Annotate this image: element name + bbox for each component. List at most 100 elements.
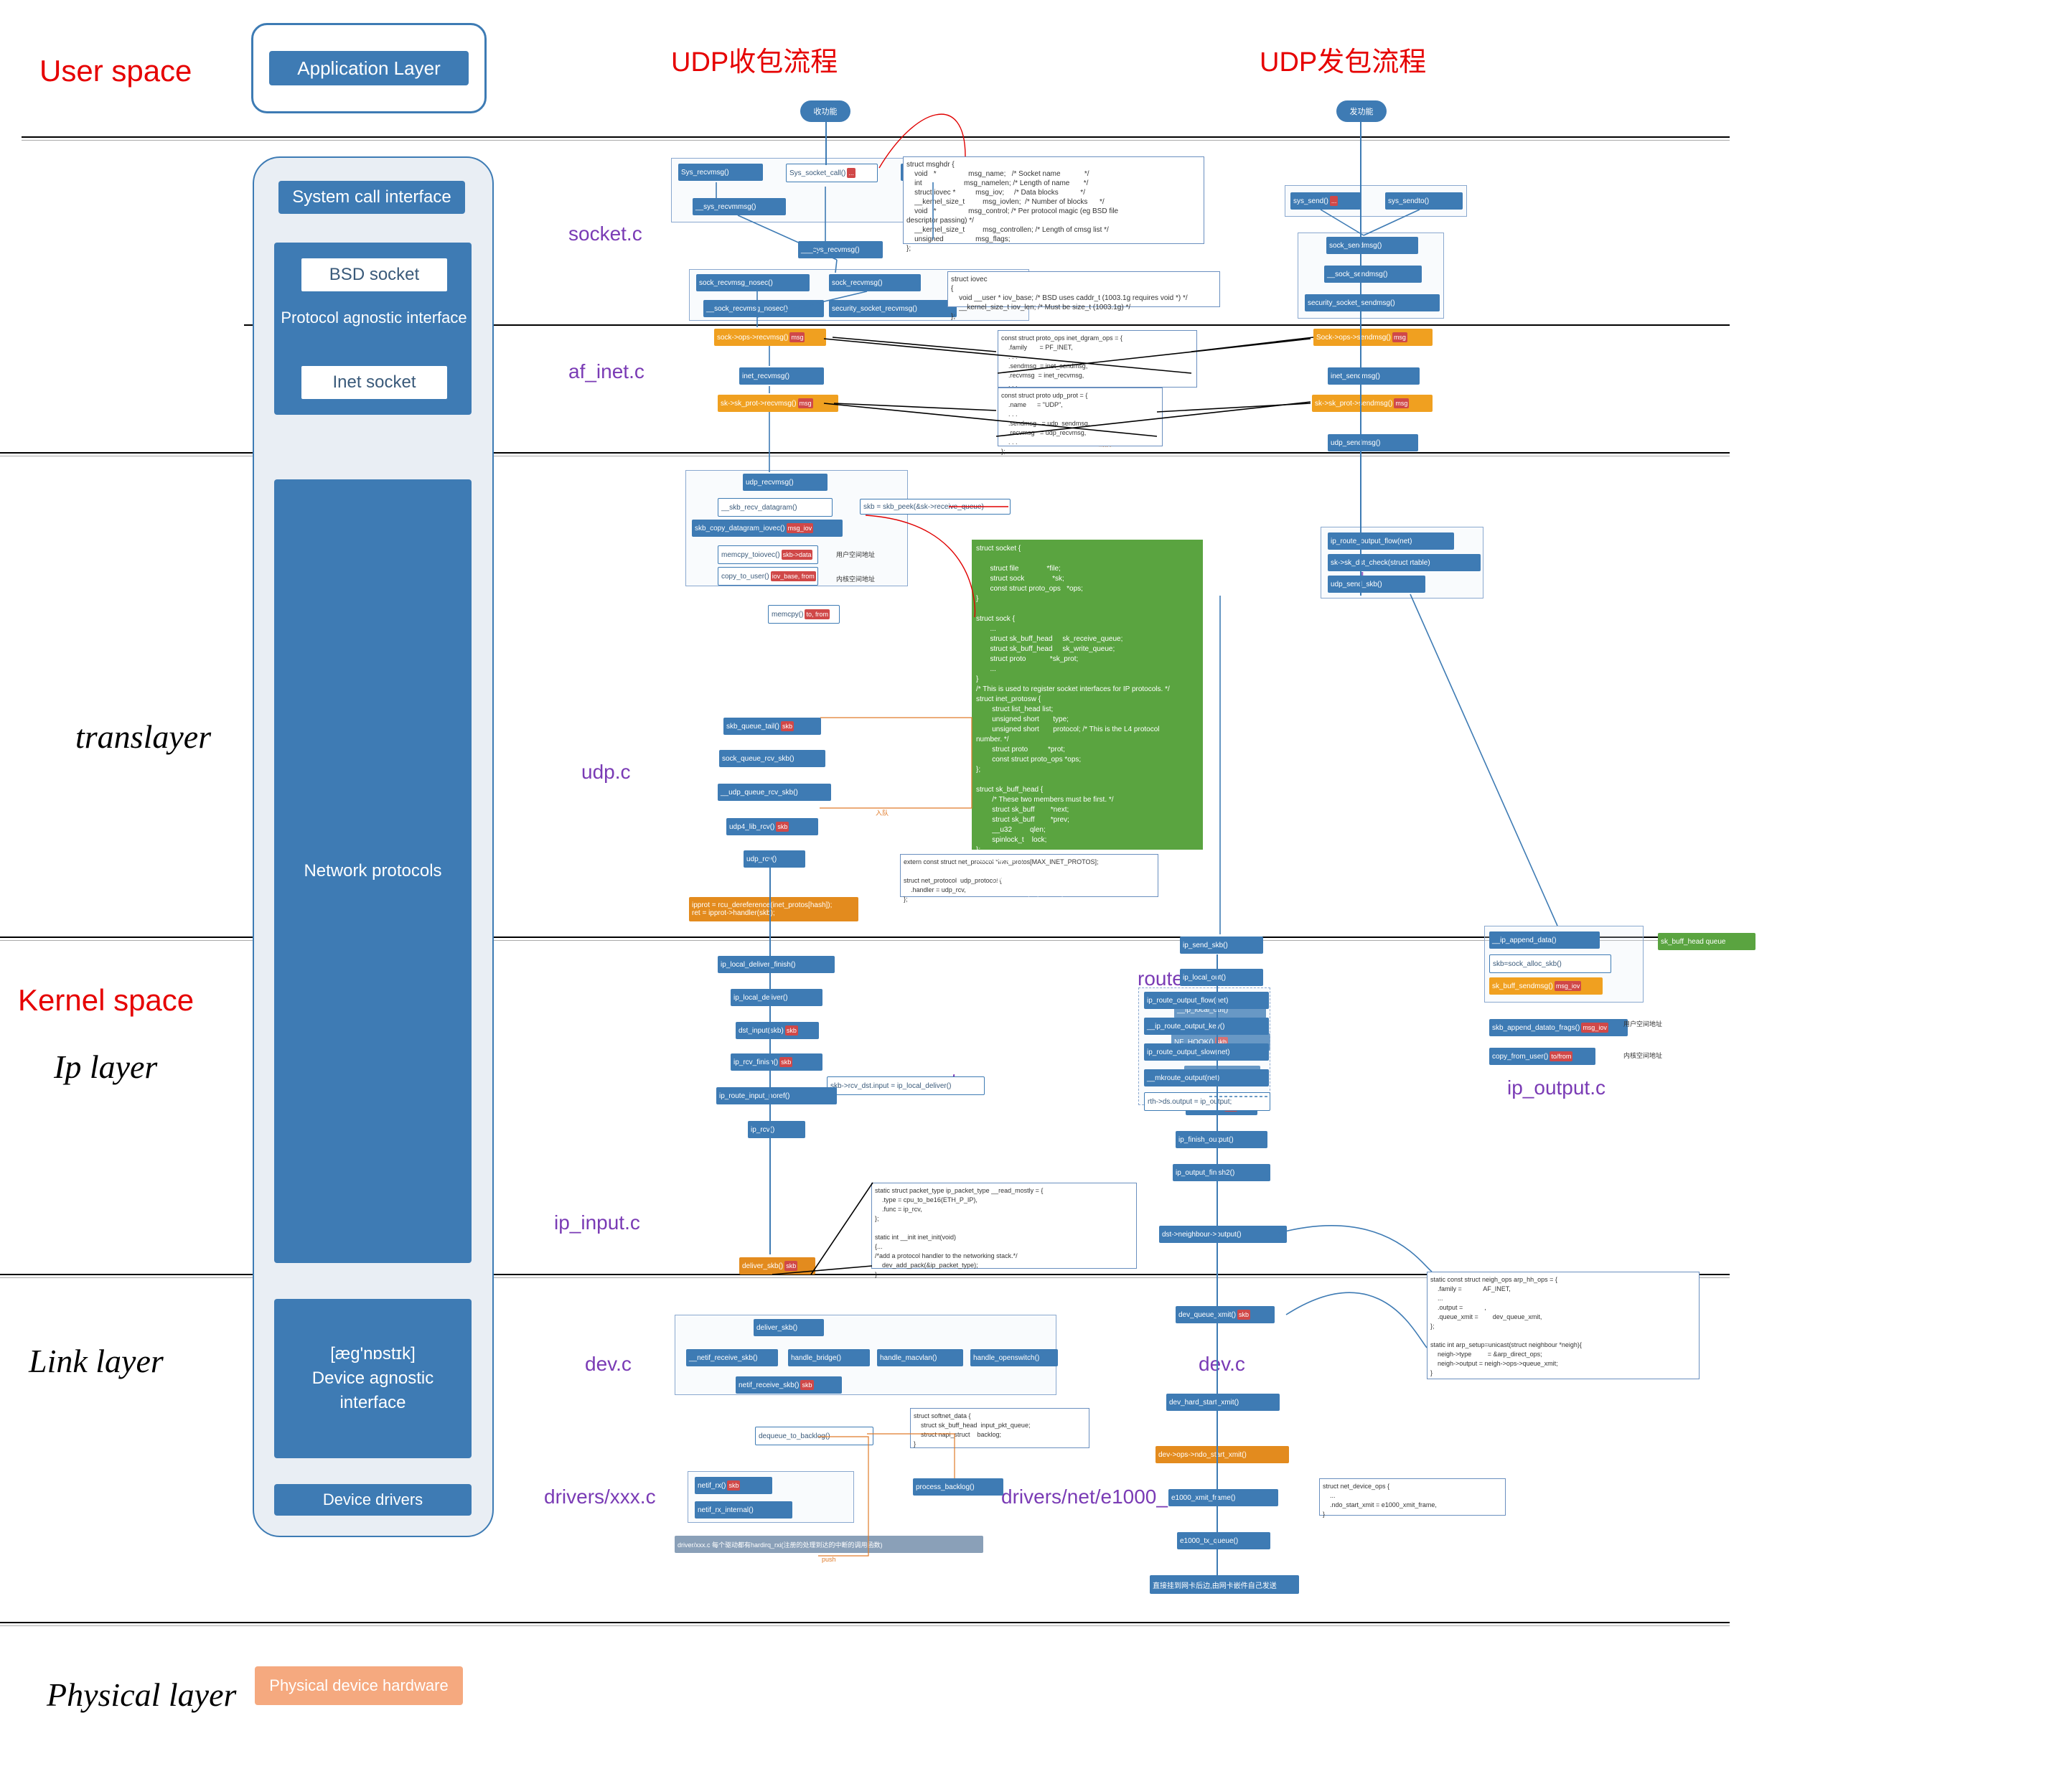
sock-recvmsg: sock_recvmsg() xyxy=(829,274,921,291)
e1000-tx-queue: e1000_tx_queue() xyxy=(1177,1532,1270,1549)
kernel-space-label: Kernel space xyxy=(18,983,194,1018)
dev-hard-start-xmit: dev_hard_start_xmit() xyxy=(1166,1394,1280,1411)
dst-input: dst_input(skb)skb xyxy=(736,1022,819,1039)
device-agnostic-l3: interface xyxy=(339,1391,406,1415)
user-addr-note2: 用户空间地址 xyxy=(1623,1019,1662,1028)
memcpy-toiovec: memcpy_toiovec()skb->data xyxy=(718,545,818,564)
kernel-addr-note: 内核空间地址 xyxy=(836,574,875,583)
device-agnostic-l2: Device agnostic xyxy=(312,1366,433,1391)
ip-output-finish2: ip_output_finish2() xyxy=(1173,1164,1270,1181)
memcpy: memcpy()to, from xyxy=(768,605,840,624)
skb-recv-datagram: __skb_recv_datagram() xyxy=(718,498,833,517)
ip-append-data: __ip_append_data() xyxy=(1489,931,1600,949)
socket-struct-codebox: struct socket { struct file *file; struc… xyxy=(972,540,1203,850)
ip-route-input-noref: ip_route_input_noref() xyxy=(716,1087,837,1104)
inet-recvmsg: inet_recvmsg() xyxy=(739,367,824,385)
dev-c-2: dev.c xyxy=(1199,1353,1245,1376)
diagram-canvas: User space translayer Kernel space Ip la… xyxy=(0,0,2072,1779)
neigh-ops-codebox: static const struct neigh_ops arp_hh_ops… xyxy=(1427,1272,1700,1379)
deliver-skb: deliver_skb()skb xyxy=(739,1257,815,1275)
skb-peek: skb = skb_peek(&sk->receive_queue) xyxy=(860,499,1011,515)
rth-ds-output: rth->ds.output = ip_output; xyxy=(1144,1092,1270,1111)
sys-recvmsg3: ___sys_recvmsg() xyxy=(798,241,883,258)
link-layer-label: Link layer xyxy=(29,1342,164,1380)
ip-send-skb: ip_send_skb() xyxy=(1180,937,1263,954)
kernel-addr-note2: 内核空间地址 xyxy=(1623,1051,1662,1060)
iovec-codebox: struct iovec { void __user * iov_base; /… xyxy=(947,271,1220,307)
recv-start: 收功能 xyxy=(800,100,850,122)
udp-send-skb: udp_send_skb() xyxy=(1328,576,1425,593)
sys-recvmmsg: __sys_recvmmsg() xyxy=(693,198,786,215)
dst-neighbour-output: dst->neighbour->output() xyxy=(1159,1226,1287,1243)
softnet-codebox: struct softnet_data { struct sk_buff_hea… xyxy=(910,1408,1089,1448)
enqueue-note: 入队 xyxy=(876,808,889,817)
process-backlog: process_backlog() xyxy=(913,1478,1003,1496)
udp-c-1: udp.c xyxy=(581,761,631,784)
netif-receive-skb: netif_receive_skb()skb xyxy=(736,1376,842,1394)
application-layer-block: Application Layer xyxy=(269,51,469,85)
handle-macvlan: handle_macvlan() xyxy=(877,1349,963,1366)
udp-send-title: UDP发包流程 xyxy=(1260,39,1426,79)
sock-queue-rcv: sock_queue_rcv_skb() xyxy=(719,750,825,767)
push-note: push xyxy=(822,1556,836,1563)
handle-openswitch: handle_openswitch() xyxy=(970,1349,1058,1366)
af-inet-c-1: af_inet.c xyxy=(568,360,644,383)
ip-route-output-slow: ip_route_output_slow(net) xyxy=(1144,1043,1269,1061)
alloc-skb: skb=sock_alloc_skb() xyxy=(1489,954,1611,973)
drivers-xxx-label: drivers/xxx.c xyxy=(544,1485,656,1508)
dev-c-1: dev.c xyxy=(585,1353,632,1376)
driver-func-desc: driver/xxx.c 每个驱动都有hardirq_rxi(注册的处理到达的中… xyxy=(675,1536,983,1553)
system-call-block: System call interface xyxy=(278,181,465,214)
ip-local-deliver-finish: ip_local_deliver_finish() xyxy=(718,956,835,973)
physical-layer-label: Physical layer xyxy=(47,1676,236,1714)
ip-output-c-label: ip_output.c xyxy=(1507,1076,1605,1099)
ip-local-deliver: ip_local_deliver() xyxy=(731,989,822,1006)
sk-rttable: sk->sk_dst_check(struct rtable) xyxy=(1328,554,1481,571)
netdev-ops-codebox: struct net_device_ops { ... .ndo_start_x… xyxy=(1319,1478,1506,1516)
netif-rx: netif_rx()skb xyxy=(695,1477,772,1494)
packet-type-codebox: static struct packet_type ip_packet_type… xyxy=(871,1183,1137,1269)
ip-route-output-key: __ip_route_output_key() xyxy=(1144,1018,1269,1035)
security-sendmsg: security_socket_sendmsg() xyxy=(1305,294,1440,311)
udp-recv-title: UDP收包流程 xyxy=(671,39,838,79)
user-space-label: User space xyxy=(39,54,192,88)
sys-recvmsg: Sys_recvmsg() xyxy=(678,164,763,181)
recv-start-arrow xyxy=(825,122,827,165)
ip-route-input: skb->rcv_dst.input = ip_local_deliver() xyxy=(827,1076,985,1095)
sock-recvmsg-nosec: sock_recvmsg_nosec() xyxy=(696,274,810,291)
recv-spine xyxy=(769,853,771,1254)
netif-rx-dev: __netif_receive_skb() xyxy=(686,1349,778,1366)
protocol-agnostic-label: Protocol agnostic interface xyxy=(278,309,469,327)
ip-rcv-finish: ip_rcv_finish()skb xyxy=(731,1053,822,1071)
inet-sendmsg: inet_sendmsg() xyxy=(1328,367,1420,385)
sys-send: sys_send()... xyxy=(1290,192,1361,210)
sk-buff-head-queue: sk_buff_head queue xyxy=(1658,933,1755,950)
ndo-start-xmit: dev->ops->ndo_start_xmit() xyxy=(1155,1446,1289,1463)
udp4-lib-rcv: udp4_lib_rcv()skb xyxy=(726,818,818,835)
ip-route-output-flow: ip_route_output_flow(net) xyxy=(1328,532,1454,550)
send-start: 发功能 xyxy=(1336,100,1387,122)
handle-bridge: handle_bridge() xyxy=(788,1349,870,1366)
dequeue-to-backlog: dequeue_to_backlog() xyxy=(755,1427,873,1445)
sk-prot-sendmsg: sk->sk_prot->sendmsg()msg xyxy=(1312,395,1433,412)
skb-queue-tail: skb_queue_tail()skb xyxy=(723,718,821,735)
ip-layer-label: Ip layer xyxy=(54,1048,157,1086)
sock-sendmsg: sock_sendmsg() xyxy=(1326,237,1418,254)
sock-sendmsg2: __sock_sendmsg() xyxy=(1324,266,1422,283)
inet-socket-block: Inet socket xyxy=(300,365,449,400)
socket-c-label: socket.c xyxy=(568,222,642,245)
ip-rcv-finish2: ip_rcv() xyxy=(748,1121,805,1138)
send-upper-spine xyxy=(1360,122,1361,596)
mkroute-output: __mkroute_output(net) xyxy=(1144,1069,1269,1086)
skb-copy-datagram: skb_copy_datagram_iovec()msg_iov xyxy=(692,520,843,537)
send-final: 直接挂到网卡后边,由网卡嵌件自己发送 xyxy=(1150,1575,1299,1594)
ip-route-output-flow2: ip_route_output_flow(net) xyxy=(1144,992,1269,1009)
translayer-label: translayer xyxy=(75,718,211,756)
device-agnostic-block: [æɡ'nɒstɪk] Device agnostic interface xyxy=(274,1299,472,1458)
device-agnostic-l1: [æɡ'nɒstɪk] xyxy=(330,1342,416,1366)
sock-recvmsg-nosecu: __sock_recvmsg_nosec() xyxy=(703,300,824,317)
ip-input-c-label: ip_input.c xyxy=(554,1211,640,1234)
netif-rx-internal: netif_rx_internal() xyxy=(695,1501,792,1519)
msghdr-codebox: struct msghdr { void * msg_name; /* Sock… xyxy=(903,156,1204,244)
proto-ops-codebox: const struct proto_ops inet_dgram_ops = … xyxy=(998,330,1197,388)
